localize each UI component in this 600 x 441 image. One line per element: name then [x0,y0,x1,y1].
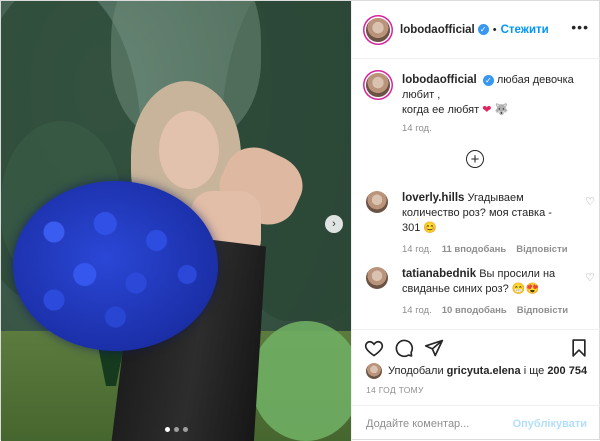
red-heart-emoji: ❤ [482,104,492,116]
caption-text: lobodaofficial ✓ любая девочка любит , к… [402,73,574,118]
post-timestamp[interactable]: 14 ГОД ТОМУ [366,385,424,395]
comment-reply-button[interactable]: Відповісти [517,303,568,318]
comment-likes-count[interactable]: 11 вподобань [442,242,507,257]
comment-likes-count[interactable]: 10 вподобань [442,303,507,318]
comment-input[interactable] [366,417,513,430]
comment-username[interactable]: loverly.hills [402,192,464,204]
comment-time: 14 год. [402,244,432,255]
caption-avatar[interactable] [366,73,390,97]
comment-time: 14 год. [402,305,432,316]
plus-icon: + [470,150,480,168]
carousel-dots [1,427,351,432]
comment-emoji: 😁😍 [511,283,540,295]
heart-icon[interactable] [364,338,384,358]
post-header: lobodaofficial ✓ • Стежити ••• [352,1,600,59]
publish-button[interactable]: Опублікувати [513,418,587,430]
post-caption: lobodaofficial ✓ любая девочка любит , к… [366,73,591,118]
carousel-next-button[interactable]: › [325,215,343,233]
more-dots-icon[interactable]: ••• [571,19,589,35]
comment-meta: 14 год. 11 вподобань Відповісти [402,242,572,257]
separator-dot: • [492,23,497,36]
verified-badge-icon: ✓ [477,24,489,35]
carousel-dot [164,427,170,432]
comment-item: loverly.hills Угадываем количество роз? … [366,191,595,257]
comment-meta: 14 год. 10 вподобань Відповісти [402,303,572,318]
comment-avatar[interactable] [366,191,388,213]
liker-username[interactable]: gricyuta.elena [447,365,521,377]
load-more-comments-button[interactable]: + [466,150,484,168]
blue-roses-bouquet [13,181,218,351]
comment-reply-button[interactable]: Відповісти [516,242,567,257]
follow-button[interactable]: Стежити [501,24,549,36]
comment-emoji: 😊 [423,222,438,234]
chevron-right-icon: › [332,218,336,230]
verified-badge-icon: ✓ [482,74,494,86]
post-side-panel: lobodaofficial ✓ • Стежити ••• lobodaoff… [351,1,600,441]
post-photo[interactable]: › [1,1,351,441]
comment-icon[interactable] [394,338,414,358]
likes-summary: Уподобали gricyuta.elena і ще 200 754 [366,363,587,379]
share-icon[interactable] [424,338,444,358]
likes-prefix: Уподобали [388,365,444,377]
bookmark-icon[interactable] [569,338,589,358]
bush [251,321,351,441]
caption-line: любая девочка [496,74,574,86]
likes-count[interactable]: 200 754 [547,365,587,377]
comment-body: loverly.hills Угадываем количество роз? … [402,191,572,257]
author-username[interactable]: lobodaofficial [400,24,475,36]
post-actions-bar [352,329,600,365]
author-avatar[interactable] [366,17,390,42]
likes-middle: і ще [523,365,545,377]
caption-line: когда ее любят [402,104,480,116]
heart-outline-icon[interactable]: ♡ [585,271,595,284]
comment-username[interactable]: tatianabednik [402,268,476,280]
heart-outline-icon[interactable]: ♡ [585,195,595,208]
comment-item: tatianabednik Вы просили на свиданье син… [366,267,595,318]
woman-face [159,111,219,189]
carousel-dot [173,427,179,432]
comment-body: tatianabednik Вы просили на свиданье син… [402,267,572,318]
liker-avatar[interactable] [366,363,382,379]
instagram-post: › lobodaofficial ✓ • Стежити ••• lobodao… [0,0,600,441]
wolf-emoji: 🐺 [494,104,509,116]
caption-line: любит , [402,89,441,101]
add-comment-bar: Опублікувати [352,405,600,441]
caption-time: 14 год. [402,123,432,134]
caption-username[interactable]: lobodaofficial [402,74,477,86]
comment-avatar[interactable] [366,267,388,289]
carousel-dot [182,427,188,432]
